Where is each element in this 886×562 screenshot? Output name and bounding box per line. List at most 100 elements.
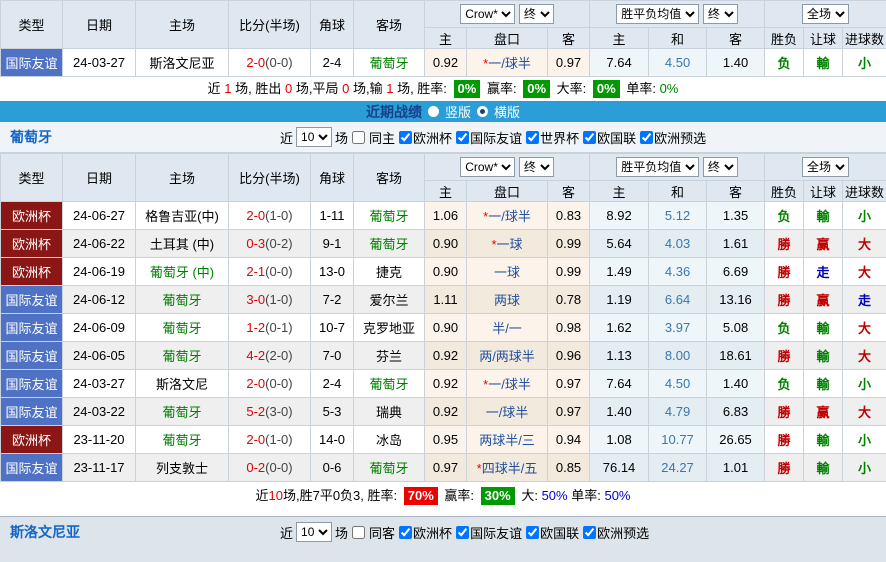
- vertical-layout-radio[interactable]: [428, 106, 439, 117]
- recent-count-select[interactable]: 10: [296, 127, 332, 147]
- date-cell: 24-03-27: [63, 49, 136, 77]
- avg-select[interactable]: 胜平负均值: [616, 4, 699, 24]
- handicap-text: 一/球半: [488, 209, 531, 224]
- euro-cup-checkbox[interactable]: [399, 526, 412, 539]
- avg-select-2[interactable]: 胜平负均值: [616, 157, 699, 177]
- col-handicap: 盘口: [467, 28, 548, 49]
- friendly-checkbox[interactable]: [456, 526, 469, 539]
- halftime-score: (1-0): [265, 292, 292, 307]
- odds-home-cell: 0.92: [425, 398, 467, 426]
- euro-qualifier-checkbox[interactable]: [640, 131, 653, 144]
- home-team-cell: 葡萄牙: [136, 342, 229, 370]
- col-odds-away: 客: [548, 28, 590, 49]
- avg-home-cell: 76.14: [590, 454, 649, 482]
- match-row: 国际友谊 24-06-12 葡萄牙 3-0(1-0) 7-2 爱尔兰 1.11 …: [1, 286, 886, 314]
- halftime-score: (0-0): [265, 55, 292, 70]
- bottom-summary-line: 近10场,胜7平0负3, 胜率: 70% 赢率: 30% 大: 50% 单率: …: [0, 482, 886, 509]
- col-home: 主场: [136, 1, 229, 49]
- bookmaker-select[interactable]: Crow*: [460, 4, 515, 24]
- avg-away-cell: 1.40: [707, 370, 765, 398]
- odds-home-cell: 0.92: [425, 342, 467, 370]
- date-cell: 24-06-12: [63, 286, 136, 314]
- competition-cell: 国际友谊: [1, 370, 63, 398]
- world-cup-checkbox[interactable]: [526, 131, 539, 144]
- friendly-checkbox[interactable]: [456, 131, 469, 144]
- col-date: 日期: [63, 1, 136, 49]
- avg-stage-select[interactable]: 终: [703, 4, 738, 24]
- col-goals: 进球数: [843, 28, 886, 49]
- col-avg-draw: 和: [649, 28, 707, 49]
- recent-count-select-2[interactable]: 10: [296, 522, 332, 542]
- scope-select-2[interactable]: 全场: [802, 157, 849, 177]
- avg-away-cell: 1.61: [707, 230, 765, 258]
- euro-cup-label: 欧洲杯: [413, 128, 452, 147]
- same-home-checkbox[interactable]: [352, 131, 365, 144]
- halftime-score: (0-2): [265, 236, 292, 251]
- avg-draw-cell: 8.00: [649, 342, 707, 370]
- fulltime-score: 2-1: [246, 264, 265, 279]
- handicap-win-rate-badge: 30%: [481, 487, 515, 505]
- euro-qualifier-checkbox[interactable]: [583, 526, 596, 539]
- match-row: 欧洲杯 24-06-22 土耳其 (中) 0-3(0-2) 9-1 葡萄牙 0.…: [1, 230, 886, 258]
- result-cell: 勝: [765, 454, 804, 482]
- match-row: 欧洲杯 24-06-19 葡萄牙 (中) 2-1(0-0) 13-0 捷克 0.…: [1, 258, 886, 286]
- date-cell: 23-11-17: [63, 454, 136, 482]
- horizontal-layout-radio[interactable]: [477, 106, 488, 117]
- avg-dropdowns: 胜平负均值 终: [590, 1, 765, 28]
- avg-draw-cell: 10.77: [649, 426, 707, 454]
- date-cell: 24-06-05: [63, 342, 136, 370]
- col-away: 客场: [354, 154, 425, 202]
- nations-league-checkbox[interactable]: [583, 131, 596, 144]
- scope-select[interactable]: 全场: [802, 4, 849, 24]
- let-ball-cell: 輸: [804, 454, 843, 482]
- result-cell: 勝: [765, 286, 804, 314]
- odds-stage-select-2[interactable]: 终: [519, 157, 554, 177]
- avg-home-cell: 1.13: [590, 342, 649, 370]
- nations-league-label: 欧国联: [597, 128, 636, 147]
- corner-cell: 2-4: [311, 49, 354, 77]
- vertical-layout-label[interactable]: 竖版: [445, 102, 471, 121]
- match-row: 国际友谊 24-03-22 葡萄牙 5-2(3-0) 5-3 瑞典 0.92 一…: [1, 398, 886, 426]
- handicap-text: 两/两球半: [479, 349, 535, 364]
- match-row: 欧洲杯 23-11-20 葡萄牙 2-0(1-0) 14-0 冰岛 0.95 两…: [1, 426, 886, 454]
- bookmaker-select-2[interactable]: Crow*: [460, 157, 515, 177]
- avg-away-cell: 26.65: [707, 426, 765, 454]
- score-cell: 5-2(3-0): [229, 398, 311, 426]
- odds-away-cell: 0.94: [548, 426, 590, 454]
- euro-cup-checkbox[interactable]: [399, 131, 412, 144]
- recent-matches-table: 类型 日期 主场 比分(半场) 角球 客场 Crow* 终 胜平负均值 终 全场…: [0, 153, 886, 482]
- competition-cell: 国际友谊: [1, 314, 63, 342]
- avg-home-cell: 8.92: [590, 202, 649, 230]
- over-rate-badge: 0%: [593, 80, 620, 98]
- col-corner: 角球: [311, 1, 354, 49]
- summary-number: 10: [269, 488, 283, 503]
- avg-stage-select-2[interactable]: 终: [703, 157, 738, 177]
- competition-cell: 欧洲杯: [1, 230, 63, 258]
- avg-draw-cell: 4.50: [649, 370, 707, 398]
- date-cell: 24-06-22: [63, 230, 136, 258]
- euro-qualifier-label: 欧洲预选: [654, 128, 706, 147]
- result-cell: 负: [765, 314, 804, 342]
- corner-cell: 7-2: [311, 286, 354, 314]
- same-away-checkbox[interactable]: [352, 526, 365, 539]
- fulltime-score: 3-0: [246, 292, 265, 307]
- fulltime-score: 0-3: [246, 236, 265, 251]
- horizontal-layout-label[interactable]: 横版: [494, 102, 520, 121]
- summary-number: 1: [224, 81, 231, 96]
- summary-text: 场,胜7平0负3, 胜率:: [283, 488, 397, 503]
- summary-text: 单率:: [626, 81, 656, 96]
- nations-league-checkbox[interactable]: [526, 526, 539, 539]
- match-row: 国际友谊 24-03-27 斯洛文尼 2-0(0-0) 2-4 葡萄牙 0.92…: [1, 370, 886, 398]
- odds-away-cell: 0.85: [548, 454, 590, 482]
- result-cell: 负: [765, 202, 804, 230]
- odds-stage-select[interactable]: 终: [519, 4, 554, 24]
- handicap-cell: 两/两球半: [467, 342, 548, 370]
- home-team-cell: 斯洛文尼: [136, 370, 229, 398]
- handicap-text: 一/球半: [486, 405, 529, 420]
- col-score: 比分(半场): [229, 154, 311, 202]
- let-ball-cell: 輸: [804, 202, 843, 230]
- score-cell: 4-2(2-0): [229, 342, 311, 370]
- avg-home-cell: 1.49: [590, 258, 649, 286]
- col-avg-draw: 和: [649, 181, 707, 202]
- avg-away-cell: 1.40: [707, 49, 765, 77]
